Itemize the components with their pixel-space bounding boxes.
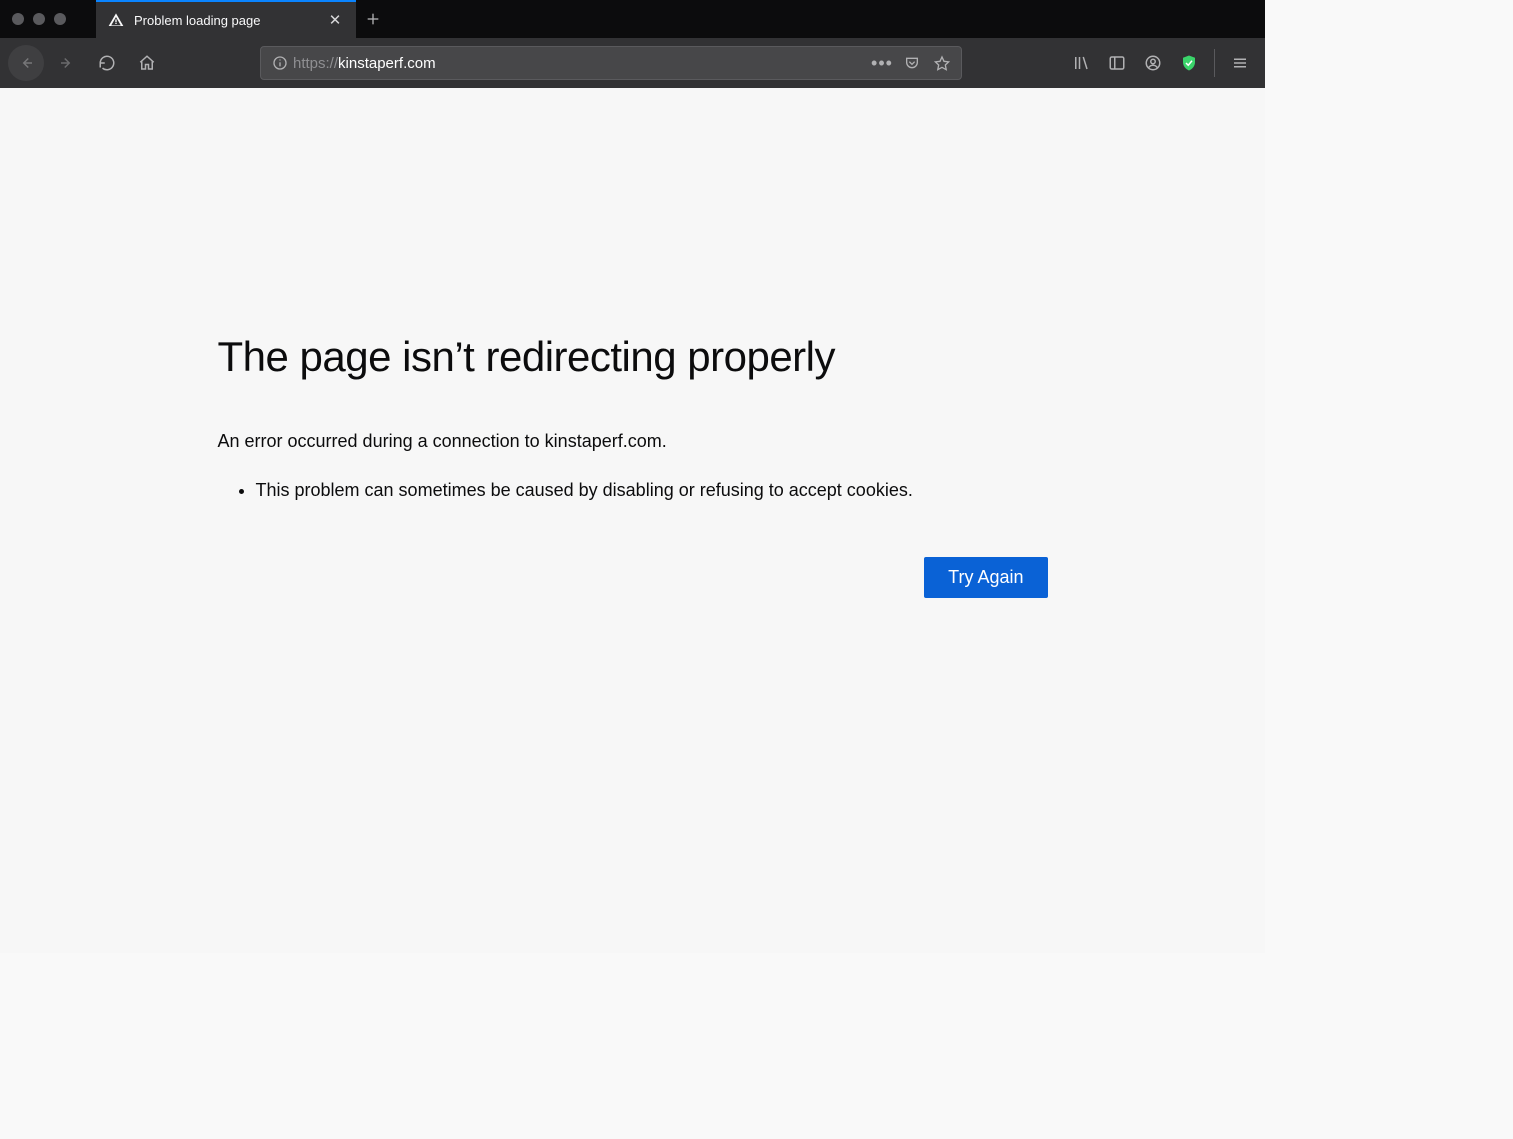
error-bullet-item: This problem can sometimes be caused by … bbox=[256, 480, 1048, 501]
error-button-row: Try Again bbox=[218, 557, 1048, 598]
url-bar[interactable]: https://kinstaperf.com ••• bbox=[260, 46, 962, 80]
account-icon[interactable] bbox=[1136, 46, 1170, 80]
adblock-shield-icon[interactable] bbox=[1172, 46, 1206, 80]
error-bullet-list: This problem can sometimes be caused by … bbox=[218, 480, 1048, 501]
new-tab-button[interactable] bbox=[356, 0, 390, 38]
library-icon[interactable] bbox=[1064, 46, 1098, 80]
window-minimize-dot[interactable] bbox=[33, 13, 45, 25]
tab-close-button[interactable]: ✕ bbox=[326, 11, 344, 29]
page-actions-menu-icon[interactable]: ••• bbox=[869, 50, 895, 76]
window-traffic-lights bbox=[12, 13, 66, 25]
sidebar-icon[interactable] bbox=[1100, 46, 1134, 80]
url-scheme: https:// bbox=[293, 55, 338, 72]
tab-strip: Problem loading page ✕ bbox=[0, 0, 1265, 38]
reload-button[interactable] bbox=[90, 46, 124, 80]
hamburger-menu-icon[interactable] bbox=[1223, 46, 1257, 80]
home-button[interactable] bbox=[130, 46, 164, 80]
url-page-actions: ••• bbox=[869, 50, 955, 76]
browser-tab[interactable]: Problem loading page ✕ bbox=[96, 0, 356, 38]
window-zoom-dot[interactable] bbox=[54, 13, 66, 25]
error-title: The page isn’t redirecting properly bbox=[218, 333, 1048, 381]
error-container: The page isn’t redirecting properly An e… bbox=[218, 333, 1048, 953]
forward-button[interactable] bbox=[50, 46, 84, 80]
error-description: An error occurred during a connection to… bbox=[218, 431, 1048, 452]
warning-icon bbox=[108, 12, 124, 28]
pocket-icon[interactable] bbox=[899, 50, 925, 76]
back-button[interactable] bbox=[8, 45, 44, 81]
url-text: https://kinstaperf.com bbox=[293, 55, 869, 72]
url-host: kinstaperf.com bbox=[338, 55, 436, 72]
site-info-icon[interactable] bbox=[267, 55, 293, 71]
browser-toolbar: https://kinstaperf.com ••• bbox=[0, 38, 1265, 88]
try-again-button[interactable]: Try Again bbox=[924, 557, 1047, 598]
toolbar-right-tools bbox=[1064, 46, 1257, 80]
bookmark-star-icon[interactable] bbox=[929, 50, 955, 76]
page-content: The page isn’t redirecting properly An e… bbox=[0, 88, 1265, 953]
toolbar-separator bbox=[1214, 49, 1215, 77]
tab-title: Problem loading page bbox=[134, 13, 316, 28]
window-close-dot[interactable] bbox=[12, 13, 24, 25]
